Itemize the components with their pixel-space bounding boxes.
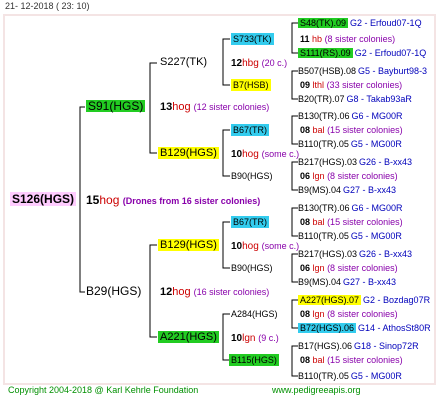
ancestor-origin: G26 - B-xx43 [359, 249, 413, 259]
ancestor-queen[interactable]: B130(TR).06 [298, 203, 350, 213]
ancestor-row: B110(TR).05 G5 - MG00R [298, 230, 402, 242]
ancestor-queen[interactable]: B9(MS).04 [298, 185, 341, 195]
ancestor-row: S48(TK).09 G2 - Erfoud07-1Q [298, 17, 422, 29]
ancestor-queen[interactable]: B110(TR).05 [298, 371, 349, 381]
ancestor-queen[interactable]: B72(HGS).06 [298, 323, 357, 333]
ancestor-queen[interactable]: B507(HSB).08 [298, 66, 356, 76]
gen-info-s91: 13hog (12 sister colonies) [160, 101, 270, 113]
ancestor-origin: G27 - B-xx43 [343, 185, 397, 195]
gen-info-b67-b: 08 bal (15 sister colonies) [300, 217, 403, 227]
gen-info-b7: 09 lthl (33 sister colonies) [300, 80, 403, 90]
ancestor-queen[interactable]: B217(HGS).03 [298, 157, 357, 167]
queen-a221[interactable]: A221(HGS) [158, 331, 219, 343]
ancestor-origin: G5 - MG00R [350, 139, 402, 149]
gen-info-a221: 10lgn (9 c.) [231, 333, 279, 344]
queen-b90-b[interactable]: B90(HGS) [231, 262, 273, 274]
queen-s733[interactable]: S733(TK) [231, 33, 274, 45]
ancestor-queen[interactable]: B9(MS).04 [298, 277, 341, 287]
ancestor-row: S111(RS).09 G2 - Erfoud07-1Q [298, 47, 426, 59]
queen-a284[interactable]: A284(HGS) [231, 308, 278, 320]
ancestor-origin: G18 - Sinop72R [354, 341, 419, 351]
ancestor-queen[interactable]: B20(TR).07 [298, 94, 345, 104]
gen-info-a284: 08 lgn (8 sister colonies) [300, 309, 398, 319]
gen-number: 15 [86, 193, 100, 207]
queen-b129-b[interactable]: B129(HGS) [158, 239, 219, 251]
ancestor-queen[interactable]: A227(HGS).07 [298, 295, 362, 305]
gen-sisters: (Drones from 16 sister colonies) [122, 196, 261, 206]
ancestor-origin: G5 - MG00R [350, 371, 402, 381]
ancestor-row: B9(MS).04 G27 - B-xx43 [298, 276, 396, 288]
ancestor-row: B9(MS).04 G27 - B-xx43 [298, 184, 396, 196]
gen-info-s227: 12hbg (20 c.) [231, 58, 288, 69]
gen-hog: hog [99, 193, 120, 207]
gen-info-b90-b: 06 lgn (8 sister colonies) [300, 263, 398, 273]
ancestor-origin: G2 - Erfoud07-1Q [350, 18, 422, 28]
gen-info-b90-a: 06 lgn (8 sister colonies) [300, 171, 398, 181]
ancestor-origin: G2 - Erfoud07-1Q [354, 48, 427, 58]
ancestor-origin: G14 - AthosSt80R [358, 323, 431, 333]
gen-info-b129-a: 10hog (some c.) [231, 149, 300, 160]
queen-s227[interactable]: S227(TK) [160, 56, 207, 68]
ancestor-row: B130(TR).06 G6 - MG00R [298, 110, 403, 122]
ancestor-origin: G2 - Bozdag07R [363, 295, 431, 305]
ancestor-row: B110(TR).05 G5 - MG00R [298, 138, 402, 150]
ancestor-row: B17(HGS).06 G18 - Sinop72R [298, 340, 419, 352]
ancestor-queen[interactable]: B17(HGS).06 [298, 341, 352, 351]
gen-info-b67-a: 08 bal (15 sister colonies) [300, 125, 403, 135]
gen-info-s733: 11 hb (8 sister colonies) [300, 34, 396, 44]
ancestor-queen[interactable]: B110(TR).05 [298, 139, 349, 149]
ancestor-origin: G5 - MG00R [350, 231, 402, 241]
gen-info-b29: 12hog (16 sister colonies) [160, 286, 270, 298]
root-queen[interactable]: S126(HGS) [10, 192, 77, 206]
copyright: Copyright 2004-2018 @ Karl Kehrle Founda… [8, 385, 199, 395]
site-link[interactable]: www.pedigreeapis.org [272, 385, 361, 395]
ancestor-queen[interactable]: B217(HGS).03 [298, 249, 357, 259]
ancestor-origin: G6 - MG00R [351, 111, 403, 121]
ancestor-row: B217(HGS).03 G26 - B-xx43 [298, 156, 412, 168]
ancestor-origin: G5 - Bayburt98-3 [358, 66, 428, 76]
ancestor-origin: G8 - Takab93aR [346, 94, 412, 104]
queen-b90-a[interactable]: B90(HGS) [231, 170, 273, 182]
ancestor-origin: G6 - MG00R [351, 203, 403, 213]
ancestor-queen[interactable]: S111(RS).09 [298, 48, 353, 58]
queen-b115[interactable]: B115(HGS) [229, 354, 279, 366]
ancestor-queen[interactable]: B130(TR).06 [298, 111, 350, 121]
ancestor-row: B507(HSB).08 G5 - Bayburt98-3 [298, 65, 427, 77]
ancestor-queen[interactable]: B110(TR).05 [298, 231, 349, 241]
queen-b29[interactable]: B29(HGS) [86, 285, 141, 297]
gen-info-root: 15hog (Drones from 16 sister colonies) [86, 194, 260, 207]
queen-b7[interactable]: B7(HSB) [231, 79, 271, 91]
queen-s91[interactable]: S91(HGS) [86, 100, 146, 112]
queen-b67-a[interactable]: B67(TR) [231, 124, 270, 136]
ancestor-row: B20(TR).07 G8 - Takab93aR [298, 93, 412, 105]
ancestor-queen[interactable]: S48(TK).09 [298, 18, 349, 28]
ancestor-origin: G26 - B-xx43 [359, 157, 413, 167]
ancestor-row: B130(TR).06 G6 - MG00R [298, 202, 403, 214]
gen-info-b115: 08 bal (15 sister colonies) [300, 355, 403, 365]
queen-b67-b[interactable]: B67(TR) [231, 216, 270, 228]
ancestor-row: B217(HGS).03 G26 - B-xx43 [298, 248, 412, 260]
ancestor-origin: G27 - B-xx43 [343, 277, 397, 287]
ancestor-row: A227(HGS).07 G2 - Bozdag07R [298, 294, 430, 306]
queen-b129-a[interactable]: B129(HGS) [158, 147, 219, 159]
ancestor-row: B72(HGS).06 G14 - AthosSt80R [298, 322, 431, 334]
gen-info-b129-b: 10hog (some c.) [231, 241, 300, 252]
ancestor-row: B110(TR).05 G5 - MG00R [298, 370, 402, 382]
